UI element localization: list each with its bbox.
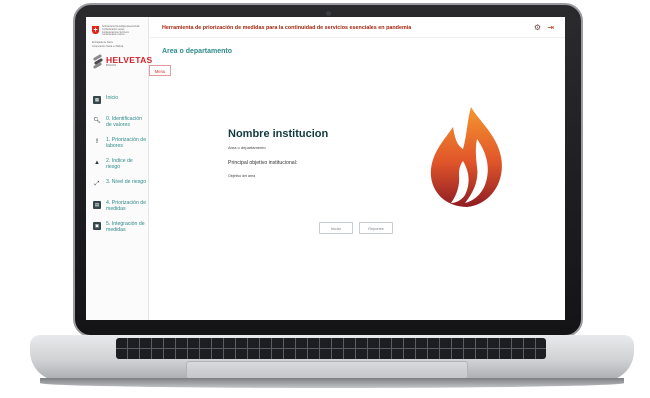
trackpad — [186, 361, 468, 379]
helvetas-mark-icon — [92, 53, 104, 70]
sidebar-item-label: 5. Integración de medidas — [106, 221, 145, 233]
logout-icon[interactable]: ⇥ — [547, 24, 554, 32]
flame-logo-icon — [430, 107, 502, 207]
confederation-text: Schweizerische Eidgenossenschaft Confédé… — [102, 25, 139, 37]
fed-line: Confederaziun svizra — [102, 33, 125, 37]
swiss-confederation-logo: + Schweizerische Eidgenossenschaft Confé… — [92, 25, 139, 37]
home-icon: ▦ — [93, 95, 101, 104]
embassy-text: Embajada de Suiza Cooperación Suiza en B… — [92, 41, 123, 49]
sidebar-nav: ▦ Inicio 🔍︎ 0. Identificación de valores… — [93, 95, 147, 242]
gear-icon[interactable]: ⚙ — [534, 24, 541, 32]
sidebar: + Schweizerische Eidgenossenschaft Confé… — [86, 17, 152, 320]
objective-text: Objetivo del area — [228, 174, 256, 178]
sidebar-item-label: 3. Nivel de riesgo — [106, 179, 147, 185]
app-title: Herramienta de priorización de medidas p… — [162, 25, 412, 31]
objective-label: Principal objetivo institucional: — [228, 160, 298, 166]
sidebar-item-label: 2. Indice de riesgo — [106, 158, 133, 170]
trend-line-icon: ⤢ — [94, 180, 100, 187]
exclamation-icon: ! — [96, 138, 98, 145]
warning-triangle-icon: ▲ — [94, 159, 100, 166]
top-bar: Herramienta de priorización de medidas p… — [149, 17, 565, 38]
priority-chart-icon: ▤ — [93, 200, 101, 209]
menu-button[interactable]: Menu — [149, 65, 171, 76]
keyboard — [116, 338, 546, 359]
sidebar-item-priorizacion-medidas[interactable]: ▤ 4. Priorización de medidas — [93, 200, 147, 221]
page-title: Area o departamento — [162, 48, 233, 55]
laptop-base-lip — [40, 378, 624, 388]
search-icon: 🔍︎ — [93, 117, 101, 124]
integration-icon: ▣ — [93, 221, 101, 230]
institution-name: Nombre institucion — [228, 128, 329, 140]
sidebar-item-label: Inicio — [106, 95, 119, 101]
sidebar-item-identificacion[interactable]: 🔍︎ 0. Identificación de valores — [93, 116, 147, 137]
sidebar-item-inicio[interactable]: ▦ Inicio — [93, 95, 147, 116]
helvetas-country: BOLIVIA — [106, 64, 117, 67]
sidebar-item-label: 1. Priorización de labores — [106, 137, 147, 149]
cooperation-line: Cooperación Suiza en Bolivia — [92, 45, 124, 48]
sidebar-item-label: 4. Priorización de medidas — [106, 200, 147, 212]
sidebar-item-indice-riesgo[interactable]: ▲ 2. Indice de riesgo — [93, 158, 147, 179]
sidebar-item-nivel-riesgo[interactable]: ⤢ 3. Nivel de riesgo — [93, 179, 147, 200]
start-button[interactable]: Iniciar — [319, 222, 353, 234]
swiss-cross-icon: + — [92, 26, 99, 34]
helvetas-logo: HELVETAS BOLIVIA — [92, 53, 152, 70]
camera — [326, 11, 331, 16]
main-content: Herramienta de priorización de medidas p… — [149, 17, 565, 320]
app-window: + Schweizerische Eidgenossenschaft Confé… — [86, 17, 565, 320]
screen: + Schweizerische Eidgenossenschaft Confé… — [86, 17, 565, 320]
sidebar-item-priorizacion-labores[interactable]: ! 1. Priorización de labores — [93, 137, 147, 158]
reports-button[interactable]: Reportes — [359, 222, 393, 234]
department-text: Area o departamento — [228, 145, 266, 150]
sidebar-item-integracion-medidas[interactable]: ▣ 5. Integración de medidas — [93, 221, 147, 242]
sidebar-item-label: 0. Identificación de valores — [106, 116, 143, 128]
